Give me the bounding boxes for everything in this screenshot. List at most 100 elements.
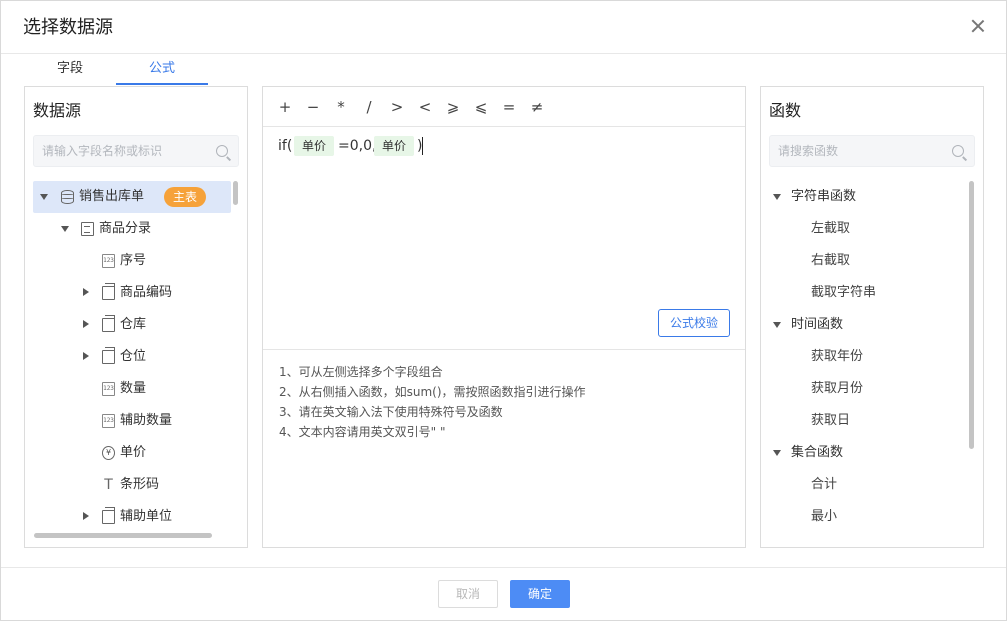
caret-down-icon[interactable] — [40, 194, 48, 200]
operator-toolbar: + − * / > < ⩾ ⩽ = ≠ — [263, 87, 745, 127]
currency-field-icon: ¥ — [102, 446, 115, 460]
tree-node-field[interactable]: 123 数量 — [33, 373, 231, 405]
function-group[interactable]: 集合函数 — [769, 437, 959, 469]
text-cursor — [422, 137, 423, 155]
hint-line: 2、从右侧插入函数，如sum()，需按照函数指引进行操作 — [279, 385, 586, 399]
function-search-box — [769, 135, 975, 167]
function-group[interactable]: 字符串函数 — [769, 181, 959, 213]
field-tree: 销售出库单 主表 商品分录 123 序号 商品编码 仓库 仓位 123 数量 1… — [33, 181, 233, 527]
tree-node-label: 辅助数量 — [120, 413, 173, 428]
tree-node-field[interactable]: 商品编码 — [33, 277, 231, 309]
tree-node-field[interactable]: 仓库 — [33, 309, 231, 341]
function-panel: 函数 字符串函数 左截取 右截取 截取字符串 时间函数 获取年份 获取月份 获取… — [760, 86, 984, 548]
function-item[interactable]: 左截取 — [811, 213, 850, 245]
tree-node-field[interactable]: 123 辅助数量 — [33, 405, 231, 437]
formula-editor[interactable]: if( 单价 =0,0, 单价 ) 公式校验 — [263, 128, 745, 350]
tree-node-label: 商品分录 — [99, 221, 152, 236]
formula-text: =0,0, — [338, 138, 377, 154]
hint-line: 3、请在英文输入法下使用特殊符号及函数 — [279, 405, 503, 419]
function-item[interactable]: 合计 — [811, 469, 837, 501]
tree-node-field[interactable]: T 条形码 — [33, 469, 231, 501]
reference-field-icon — [102, 315, 115, 332]
function-group[interactable]: 时间函数 — [769, 309, 959, 341]
tree-node-field[interactable]: 123 序号 — [33, 245, 231, 277]
cancel-button[interactable]: 取消 — [438, 580, 498, 608]
search-icon[interactable] — [952, 145, 964, 157]
function-item[interactable]: 获取月份 — [811, 373, 863, 405]
operator-greater-button[interactable]: > — [385, 96, 409, 118]
tree-node-label: 序号 — [120, 253, 147, 268]
dialog-title: 选择数据源 — [23, 17, 113, 38]
tree-node-group[interactable]: 商品分录 — [33, 213, 231, 245]
formula-verify-button[interactable]: 公式校验 — [658, 309, 730, 337]
number-field-icon: 123 — [102, 414, 115, 428]
caret-right-icon[interactable] — [83, 288, 89, 296]
operator-minus-button[interactable]: − — [301, 96, 325, 118]
tree-horizontal-scrollbar[interactable] — [34, 533, 212, 538]
formula-text: if( — [278, 138, 293, 154]
dialog-header: 选择数据源 — [1, 1, 1006, 54]
tree-node-root[interactable]: 销售出库单 主表 — [33, 181, 231, 213]
main-table-badge: 主表 — [164, 187, 207, 207]
text-field-icon: T — [104, 477, 113, 493]
tree-node-label: 数量 — [120, 381, 147, 396]
function-panel-title: 函数 — [769, 101, 802, 120]
tree-node-label: 商品编码 — [120, 285, 173, 300]
operator-plus-button[interactable]: + — [273, 96, 297, 118]
operator-less-equal-button[interactable]: ⩽ — [469, 96, 493, 118]
operator-greater-equal-button[interactable]: ⩾ — [441, 96, 465, 118]
formula-field-chip[interactable]: 单价 — [294, 136, 335, 156]
caret-down-icon[interactable] — [773, 450, 781, 456]
number-field-icon: 123 — [102, 382, 115, 396]
formula-field-chip[interactable]: 单价 — [374, 136, 415, 156]
close-icon[interactable] — [970, 18, 986, 34]
caret-right-icon[interactable] — [83, 320, 89, 328]
function-item[interactable]: 最小 — [811, 501, 837, 533]
reference-field-icon — [102, 283, 115, 300]
operator-equal-button[interactable]: = — [497, 96, 521, 118]
caret-down-icon[interactable] — [773, 194, 781, 200]
tree-node-label: 辅助单位 — [120, 509, 173, 524]
database-icon — [61, 190, 74, 204]
tab-formula[interactable]: 公式 — [116, 55, 208, 85]
field-search-input[interactable] — [34, 136, 214, 166]
tab-fields[interactable]: 字段 — [25, 55, 115, 85]
function-item[interactable]: 获取日 — [811, 405, 850, 437]
function-item[interactable]: 右截取 — [811, 245, 850, 277]
tree-node-label: 仓位 — [120, 349, 147, 364]
caret-right-icon[interactable] — [83, 512, 89, 520]
operator-multiply-button[interactable]: * — [329, 96, 353, 118]
tree-node-label: 单价 — [120, 445, 147, 460]
caret-right-icon[interactable] — [83, 352, 89, 360]
hint-line: 4、文本内容请用英文双引号" " — [279, 425, 446, 439]
select-datasource-dialog: 选择数据源 字段 公式 数据源 销售出库单 主表 商品分录 1 — [0, 0, 1007, 621]
datasource-panel: 数据源 销售出库单 主表 商品分录 123 序号 — [24, 86, 248, 548]
dialog-footer: 取消 确定 — [1, 567, 1006, 620]
tree-node-field[interactable]: 辅助单位 — [33, 501, 231, 527]
datasource-panel-title: 数据源 — [33, 101, 82, 120]
operator-less-button[interactable]: < — [413, 96, 437, 118]
caret-down-icon[interactable] — [773, 322, 781, 328]
tree-node-field[interactable]: ¥ 单价 — [33, 437, 231, 469]
hint-line: 1、可从左侧选择多个字段组合 — [279, 365, 443, 379]
tree-node-field[interactable]: 仓位 — [33, 341, 231, 373]
tree-node-label: 销售出库单 — [79, 189, 145, 204]
number-field-icon: 123 — [102, 254, 115, 268]
formula-panel: + − * / > < ⩾ ⩽ = ≠ if( 单价 =0,0, 单价 ) 公式… — [262, 86, 746, 548]
function-search-input[interactable] — [770, 136, 950, 166]
reference-field-icon — [102, 507, 115, 524]
function-tree: 字符串函数 左截取 右截取 截取字符串 时间函数 获取年份 获取月份 获取日 集… — [769, 181, 965, 541]
function-group-label: 字符串函数 — [791, 189, 857, 204]
function-item[interactable]: 截取字符串 — [811, 277, 876, 309]
confirm-button[interactable]: 确定 — [510, 580, 570, 608]
function-vertical-scrollbar[interactable] — [969, 181, 974, 449]
operator-divide-button[interactable]: / — [357, 96, 381, 118]
function-group-label: 集合函数 — [791, 445, 844, 460]
document-icon — [81, 222, 94, 236]
tree-vertical-scrollbar[interactable] — [233, 181, 238, 205]
function-item[interactable]: 获取年份 — [811, 341, 863, 373]
caret-down-icon[interactable] — [61, 226, 69, 232]
search-icon[interactable] — [216, 145, 228, 157]
function-group-label: 时间函数 — [791, 317, 844, 332]
operator-not-equal-button[interactable]: ≠ — [525, 96, 549, 118]
